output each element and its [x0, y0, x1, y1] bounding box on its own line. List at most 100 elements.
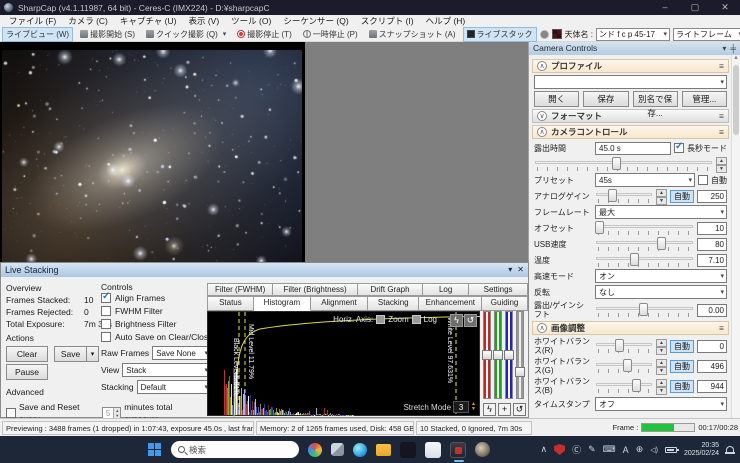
offset-value[interactable]: 10: [697, 222, 727, 235]
stretch-mode-spinner[interactable]: ▲▼: [471, 402, 476, 412]
menu-sequencer[interactable]: シーケンサー (Q): [277, 15, 354, 27]
chevron-down-icon[interactable]: ▾: [508, 263, 512, 277]
planetarium-icon[interactable]: [475, 442, 490, 457]
image-adjust-section-header[interactable]: ∧ 画像調整 ≡: [532, 321, 729, 335]
reset-stretch-icon[interactable]: ↺: [464, 314, 477, 327]
gain-slider[interactable]: [595, 189, 653, 203]
menu-tools[interactable]: ツール (O): [225, 15, 277, 27]
profile-manage-button[interactable]: 管理...: [682, 91, 727, 107]
preset-select[interactable]: 45s▾: [595, 173, 695, 187]
collapse-icon[interactable]: ∧: [537, 127, 547, 137]
gain-spinner[interactable]: ▲▼: [656, 189, 667, 203]
wb-b-auto-button[interactable]: 自動: [670, 380, 694, 393]
keyboard-icon[interactable]: ⌨: [603, 444, 616, 455]
brightness-filter-checkbox[interactable]: [101, 319, 111, 329]
menu-capture[interactable]: キャプチャ (U): [114, 15, 183, 27]
minimize-icon[interactable]: –: [650, 0, 680, 15]
view-select[interactable]: Stack▾: [122, 363, 209, 377]
volume-icon[interactable]: ◁): [650, 446, 658, 454]
tab-log[interactable]: Log: [423, 283, 469, 296]
live-view-button[interactable]: ライブビュー (W): [2, 27, 73, 42]
network-icon[interactable]: ⊕: [636, 444, 644, 455]
framerate-select[interactable]: 最大▾: [595, 205, 727, 219]
camera-control-section-header[interactable]: ∧ カメラコントロール ≡: [532, 125, 729, 139]
scroll-thumb[interactable]: [733, 65, 739, 135]
wb-g-spinner[interactable]: ▲▼: [656, 359, 667, 373]
tab-filter-fwhm[interactable]: Filter (FWHM): [207, 283, 273, 296]
exposure-input[interactable]: 45.0 s: [595, 142, 671, 155]
start-button[interactable]: [148, 443, 162, 457]
menu-file[interactable]: ファイル (F): [3, 15, 62, 27]
stretch-mode-value[interactable]: 3: [453, 401, 469, 413]
maximize-icon[interactable]: ▢: [680, 0, 710, 15]
tray-chevron-icon[interactable]: ∧: [541, 444, 548, 455]
timestamp-select[interactable]: オフ▾: [595, 397, 727, 411]
wb-r-value[interactable]: 0: [697, 340, 727, 353]
menu-script[interactable]: スクリプト (I): [355, 15, 420, 27]
exposure-slider[interactable]: [534, 157, 713, 171]
pen-icon[interactable]: ✎: [588, 444, 596, 455]
wb-b-slider[interactable]: [595, 379, 653, 393]
quick-capture-button[interactable]: クイック撮影 (Q)▾: [142, 27, 230, 42]
tray-app-icon[interactable]: Ⓒ: [572, 443, 581, 456]
menu-grip-icon[interactable]: ≡: [719, 111, 724, 121]
fwhm-filter-checkbox[interactable]: [101, 306, 111, 316]
tab-drift-graph[interactable]: Drift Graph: [358, 283, 423, 296]
preset-auto-checkbox[interactable]: [698, 175, 708, 185]
auto-save-checkbox[interactable]: [101, 332, 111, 342]
red-channel-slider[interactable]: [483, 311, 491, 399]
sharpcap-taskbar-icon[interactable]: [450, 442, 466, 458]
green-channel-slider[interactable]: [494, 311, 502, 399]
temperature-slider[interactable]: [595, 253, 694, 267]
auto-stretch-icon[interactable]: ϟ: [450, 314, 463, 327]
store-icon[interactable]: [425, 442, 441, 458]
menu-view[interactable]: 表示 (V): [182, 15, 225, 27]
capture-app-icon[interactable]: [400, 442, 416, 458]
wb-g-slider[interactable]: [595, 359, 653, 373]
align-frames-checkbox[interactable]: [101, 293, 111, 303]
wb-r-slider[interactable]: [595, 339, 653, 353]
usb-speed-value[interactable]: 80: [697, 238, 727, 251]
scroll-up-icon[interactable]: ▲: [733, 55, 739, 61]
pause-button[interactable]: 一時停止 (P): [299, 27, 362, 42]
wb-g-auto-button[interactable]: 自動: [670, 360, 694, 373]
tab-histogram[interactable]: Histogram: [254, 296, 311, 311]
battery-icon[interactable]: [665, 447, 677, 453]
usb-speed-slider[interactable]: [595, 237, 694, 251]
gain-auto-button[interactable]: 自動: [670, 190, 694, 203]
snapshot-button[interactable]: スナップショット (A): [365, 27, 460, 42]
expand-icon[interactable]: ∨: [537, 111, 547, 121]
search-input[interactable]: 検索: [171, 441, 299, 458]
tab-stacking[interactable]: Stacking: [368, 296, 419, 311]
pin-icon[interactable]: ╪: [730, 42, 736, 55]
profile-section-header[interactable]: ∧ プロファイル ≡: [532, 59, 729, 73]
save-dropdown-button[interactable]: ▾: [86, 346, 99, 362]
copilot-icon[interactable]: [308, 443, 322, 457]
exposure-gain-shift-slider[interactable]: [595, 303, 694, 317]
save-reset-checkbox[interactable]: [6, 408, 16, 418]
taskbar-clock[interactable]: 20:352025/02/24: [684, 442, 719, 458]
target-name-select[interactable]: ンド f c p 45-17▾: [596, 28, 670, 41]
frame-type-select[interactable]: ライトフレーム▾: [673, 28, 740, 41]
wb-b-spinner[interactable]: ▲▼: [656, 379, 667, 393]
menu-grip-icon[interactable]: ≡: [719, 127, 724, 137]
panel-scrollbar[interactable]: ▲: [731, 55, 740, 418]
live-stacking-header[interactable]: Live Stacking ▾✕: [1, 263, 528, 277]
chevron-down-icon[interactable]: ▾: [722, 42, 726, 55]
live-stack-button[interactable]: ライブスタック: [463, 27, 537, 42]
exposure-spinner[interactable]: ▲▼: [716, 157, 727, 171]
profile-save-as-button[interactable]: 別名で保存...: [633, 91, 678, 107]
collapse-icon[interactable]: ∧: [537, 61, 547, 71]
wb-r-spinner[interactable]: ▲▼: [656, 339, 667, 353]
tab-status[interactable]: Status: [207, 296, 254, 311]
wb-g-value[interactable]: 496: [697, 360, 727, 373]
collapse-icon[interactable]: ∧: [537, 323, 547, 333]
format-section-header[interactable]: ∨ フォーマット ≡: [532, 109, 729, 123]
tab-guiding[interactable]: Guiding: [482, 296, 528, 311]
menu-grip-icon[interactable]: ≡: [719, 323, 724, 333]
menu-camera[interactable]: カメラ (C): [62, 15, 114, 27]
notification-bell-icon[interactable]: [726, 446, 734, 454]
offset-slider[interactable]: [595, 221, 694, 235]
ime-mode-icon[interactable]: A: [623, 445, 629, 455]
flip-select[interactable]: なし▾: [595, 285, 727, 299]
